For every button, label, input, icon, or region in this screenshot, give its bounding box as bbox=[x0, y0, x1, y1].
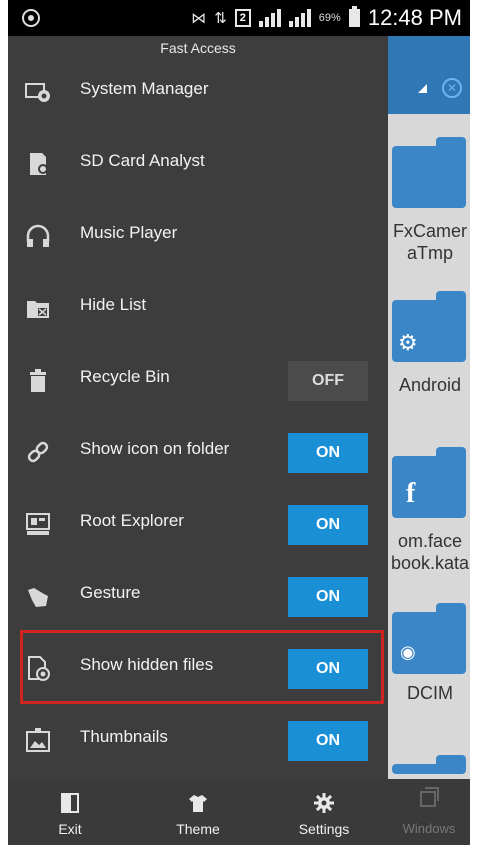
item-label: Show icon on folder bbox=[80, 439, 230, 458]
system-manager-icon bbox=[24, 78, 52, 106]
folder-icon[interactable]: ◉ bbox=[392, 603, 466, 674]
folder-icon[interactable]: ⚙ bbox=[392, 291, 466, 362]
hide-list-item[interactable]: Hide List bbox=[8, 272, 388, 344]
music-player-item[interactable]: Music Player bbox=[8, 200, 388, 272]
link-icon bbox=[24, 438, 52, 466]
show-hidden-files-item[interactable]: Show hidden files ON bbox=[8, 632, 388, 704]
hidden-file-icon bbox=[24, 654, 52, 682]
thumbnails-toggle[interactable]: ON bbox=[288, 721, 368, 761]
item-label: Hide List bbox=[80, 295, 147, 314]
phone-screen: ⋈ ⇅ 2 69% 12:48 PM ✕ FxCamer aTmp ⚙ Andr… bbox=[8, 0, 470, 845]
clock: 12:48 PM bbox=[367, 5, 462, 30]
drawer-title: Fast Access bbox=[160, 40, 236, 56]
sim-icon: 2 bbox=[234, 9, 251, 27]
gesture-toggle[interactable]: ON bbox=[288, 577, 368, 617]
settings-label: Settings bbox=[298, 821, 350, 837]
shirt-icon bbox=[188, 793, 208, 813]
thumbnails-item[interactable]: Thumbnails ON bbox=[8, 704, 388, 776]
signal-icon bbox=[258, 9, 281, 27]
system-manager-item[interactable]: System Manager bbox=[8, 56, 388, 128]
folder-label: FxCamer aTmp bbox=[392, 221, 467, 263]
folder-icon[interactable]: f bbox=[392, 447, 466, 518]
camera-icon: ◉ bbox=[400, 642, 416, 662]
item-label: Thumbnails bbox=[80, 727, 168, 746]
gesture-hand-icon bbox=[24, 582, 52, 610]
item-label: SD Card Analyst bbox=[80, 151, 205, 170]
hidden-folder-icon bbox=[24, 294, 52, 322]
drawer-bottom-bar: Exit Theme Settings bbox=[8, 779, 388, 845]
settings-button[interactable]: Settings bbox=[276, 779, 372, 845]
folder-icon[interactable] bbox=[392, 137, 466, 208]
root-explorer-item[interactable]: Root Explorer ON bbox=[8, 488, 388, 560]
folder-label: Android bbox=[398, 375, 462, 395]
item-label: System Manager bbox=[80, 79, 209, 98]
recycle-bin-item[interactable]: Recycle Bin OFF bbox=[8, 344, 388, 416]
sd-card-icon bbox=[24, 150, 52, 178]
gear-icon: ⚙ bbox=[398, 330, 418, 355]
fast-access-drawer: Fast Access System Manager SD Card Analy… bbox=[8, 36, 388, 845]
dropdown-triangle-icon bbox=[418, 84, 427, 93]
data-arrows-icon: ⇅ bbox=[214, 10, 227, 27]
status-bar: ⋈ ⇅ 2 69% 12:48 PM bbox=[8, 0, 470, 36]
folder-label: DCIM bbox=[407, 683, 453, 703]
item-label: Gesture bbox=[80, 583, 141, 602]
battery-icon bbox=[348, 6, 360, 27]
item-label: Show hidden files bbox=[80, 655, 214, 674]
trash-icon bbox=[24, 366, 52, 394]
folder-label: om.face book.kata bbox=[390, 531, 470, 573]
exit-label: Exit bbox=[58, 821, 82, 837]
item-label: Recycle Bin bbox=[80, 367, 170, 386]
battery-percent: 69% bbox=[318, 12, 341, 24]
status-icons: ⋈ ⇅ 2 69% 12:48 PM bbox=[191, 5, 462, 31]
background-file-list: ✕ FxCamer aTmp ⚙ Android f om.face book.… bbox=[388, 36, 470, 845]
sd-card-analyst-item[interactable]: SD Card Analyst bbox=[8, 128, 388, 200]
exit-icon bbox=[60, 793, 80, 813]
signal-icon-2 bbox=[288, 9, 311, 27]
facebook-icon: f bbox=[406, 478, 416, 509]
screenshot-icon bbox=[22, 9, 40, 27]
thumbnail-image-icon bbox=[24, 726, 52, 754]
close-circle-icon: ✕ bbox=[442, 78, 462, 98]
exit-button[interactable]: Exit bbox=[22, 779, 118, 845]
headphones-icon bbox=[24, 222, 52, 250]
theme-label: Theme bbox=[176, 821, 220, 837]
root-explorer-icon bbox=[24, 510, 52, 538]
show-icon-on-folder-item[interactable]: Show icon on folder ON bbox=[8, 416, 388, 488]
background-toolbar: ✕ bbox=[388, 36, 470, 114]
theme-button[interactable]: Theme bbox=[150, 779, 246, 845]
recycle-bin-toggle[interactable]: OFF bbox=[288, 361, 368, 401]
show-icon-on-folder-toggle[interactable]: ON bbox=[288, 433, 368, 473]
item-label: Music Player bbox=[80, 223, 178, 242]
nfc-icon: ⋈ bbox=[191, 10, 207, 27]
root-explorer-toggle[interactable]: ON bbox=[288, 505, 368, 545]
windows-icon bbox=[420, 787, 439, 807]
gear-icon bbox=[314, 793, 334, 813]
windows-label: Windows bbox=[402, 821, 456, 836]
show-hidden-files-toggle[interactable]: ON bbox=[288, 649, 368, 689]
item-label: Root Explorer bbox=[80, 511, 184, 530]
gesture-item[interactable]: Gesture ON bbox=[8, 560, 388, 632]
folder-icon[interactable] bbox=[392, 755, 466, 774]
windows-button[interactable]: Windows bbox=[388, 779, 470, 845]
